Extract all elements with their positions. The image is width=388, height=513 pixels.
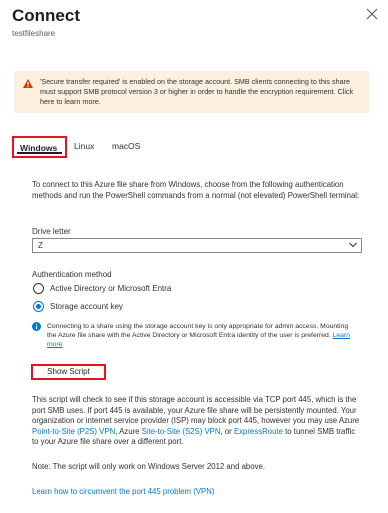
- info-icon: [32, 322, 41, 331]
- port-text-part: , Azure: [115, 426, 142, 436]
- drive-letter-label: Drive letter: [32, 227, 71, 236]
- info-text: Connecting to a share using the storage …: [47, 323, 349, 340]
- tab-windows[interactable]: Windows: [12, 136, 67, 158]
- tab-macos[interactable]: macOS: [112, 136, 140, 158]
- warning-text: 'Secure transfer required' is enabled on…: [40, 77, 354, 106]
- tab-linux-label: Linux: [74, 141, 95, 151]
- windows-version-note: Note: The script will only work on Windo…: [32, 462, 266, 471]
- close-icon[interactable]: [366, 8, 378, 20]
- port-text-part: , or: [220, 426, 234, 436]
- drive-letter-dropdown[interactable]: Z: [32, 238, 362, 253]
- tab-selected-indicator: [17, 152, 62, 154]
- page-title: Connect: [12, 6, 80, 25]
- radio-button-checked[interactable]: [33, 301, 44, 312]
- drive-letter-value: Z: [38, 241, 43, 250]
- expressroute-link[interactable]: ExpressRoute: [234, 427, 283, 436]
- auth-option-label: Active Directory or Microsoft Entra: [50, 284, 172, 293]
- p2s-vpn-link[interactable]: Point-to-Site (P2S) VPN: [32, 427, 115, 436]
- connect-description: To connect to this Azure file share from…: [32, 180, 360, 200]
- tab-linux[interactable]: Linux: [74, 136, 94, 158]
- panel-header: Connect testfileshare: [12, 6, 376, 38]
- show-script-button[interactable]: Show Script: [31, 364, 106, 380]
- auth-method-label: Authentication method: [32, 270, 112, 279]
- secure-transfer-warning[interactable]: 'Secure transfer required' is enabled on…: [14, 71, 369, 113]
- warning-icon: [23, 79, 33, 88]
- port-text-part: This script will check to see if this st…: [32, 395, 360, 426]
- page-subtitle: testfileshare: [12, 29, 56, 38]
- tab-macos-label: macOS: [112, 141, 141, 151]
- port-445-help-link[interactable]: Learn how to circumvent the port 445 pro…: [32, 487, 214, 496]
- storage-key-info: Connecting to a share using the storage …: [47, 322, 359, 350]
- auth-option-label: Storage account key: [50, 302, 123, 311]
- port-445-explanation: This script will check to see if this st…: [32, 395, 362, 448]
- chevron-down-icon: [349, 242, 357, 248]
- radio-button[interactable]: [33, 283, 44, 294]
- s2s-vpn-link[interactable]: Site-to-Site (S2S) VPN: [142, 427, 221, 436]
